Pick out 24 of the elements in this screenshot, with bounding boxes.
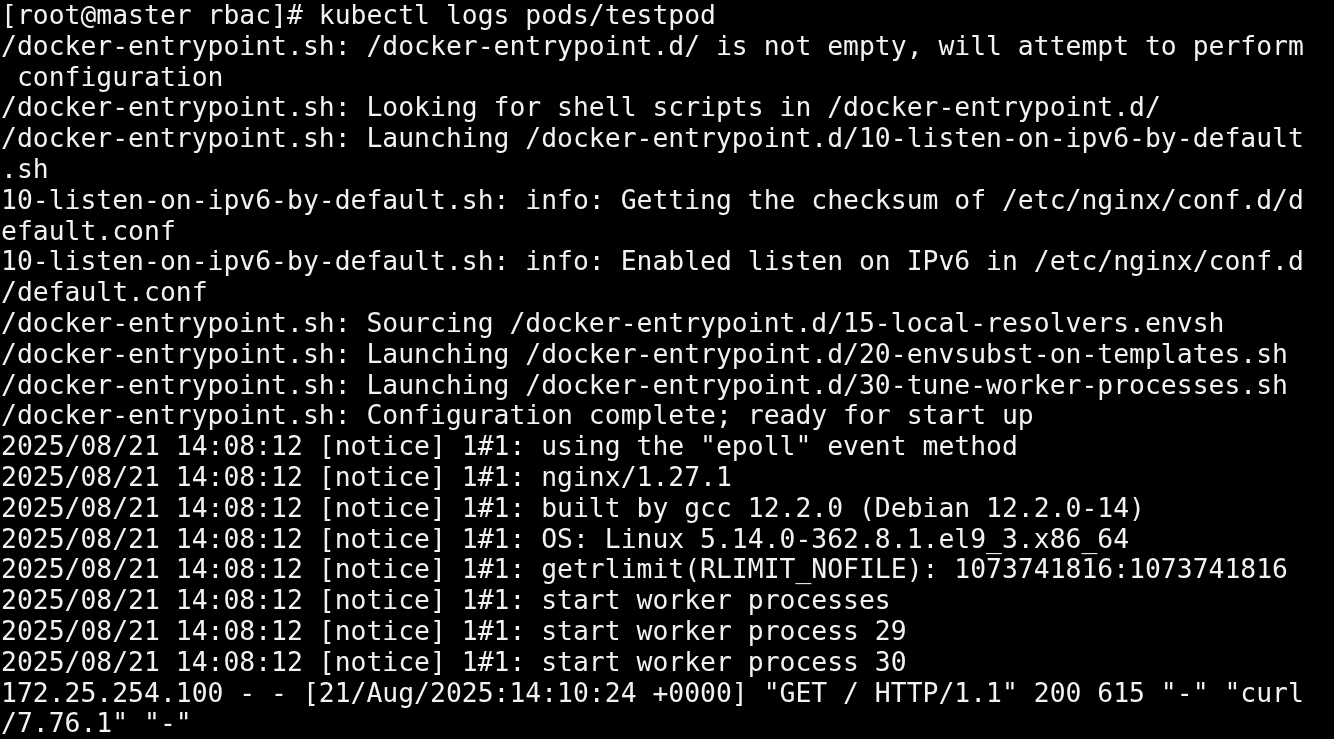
terminal-line: 2025/08/21 14:08:12 [notice] 1#1: start worker processes (1, 585, 891, 616)
terminal-line: efault.conf (1, 215, 176, 247)
terminal-line: /docker-entrypoint.sh: Looking for shell scripts in /docker-entrypoint.d/ (1, 92, 1161, 124)
terminal-line: configuration (16, 61, 224, 93)
terminal-line: /docker-entrypoint.sh: Launching /docker-entrypoint.d/20-envsubst-on-templates.sh (1, 338, 1288, 370)
terminal-line: 2025/08/21 14:08:12 [notice] 1#1: nginx/1.27.1 (1, 461, 732, 493)
terminal-line: /docker-entrypoint.sh: Launching /docker-entrypoint.d/10-listen-on-ipv6-by-default (1, 123, 1304, 154)
terminal-line: .sh (1, 154, 49, 185)
terminal-line: 2025/08/21 14:08:12 [notice] 1#1: built by gcc 12.2.0 (Debian 12.2.0-14) (1, 492, 1145, 524)
terminal-line: 10-listen-on-ipv6-by-default.sh: info: Getting the checksum of /etc/nginx/conf.d/d (1, 184, 1304, 216)
terminal-line: 2025/08/21 14:08:12 [notice] 1#1: OS: Linux 5.14.0-362.8.1.el9_3.x86_64 (1, 523, 1130, 555)
terminal-line: 2025/08/21 14:08:12 [notice] 1#1: using the "epoll" event method (1, 431, 1018, 462)
terminal-line: 2025/08/21 14:08:12 [notice] 1#1: getrlimit(RLIMIT_NOFILE): 1073741816:1073741816 (1, 554, 1288, 586)
terminal-line: /docker-entrypoint.sh: Configuration complete; ready for start up (1, 400, 1034, 432)
terminal-line: /default.conf (1, 277, 208, 308)
terminal-line: 2025/08/21 14:08:12 [notice] 1#1: start worker process 29 (1, 615, 907, 647)
terminal-line: 10-listen-on-ipv6-by-default.sh: info: Enabled listen on IPv6 in /etc/nginx/conf.d (1, 246, 1304, 278)
terminal-line: /7.76.1" "-" (1, 708, 192, 739)
terminal-line: [root@master rbac]# kubectl logs pods/testpod (1, 0, 716, 31)
terminal-line: /docker-entrypoint.sh: Launching /docker-entrypoint.d/30-tune-worker-processes.sh (1, 369, 1288, 401)
terminal-line: 172.25.254.100 - - [21/Aug/2025:14:10:24 +0000] "GET / HTTP/1.1" 200 615 "-" "curl (1, 677, 1304, 709)
terminal-line: /docker-entrypoint.sh: Sourcing /docker-entrypoint.d/15-local-resolvers.envsh (1, 307, 1225, 339)
terminal-line: 2025/08/21 14:08:12 [notice] 1#1: start worker process 30 (1, 646, 907, 678)
terminal-line: /docker-entrypoint.sh: /docker-entrypoint.d/ is not empty, will attempt to perform (1, 30, 1304, 62)
